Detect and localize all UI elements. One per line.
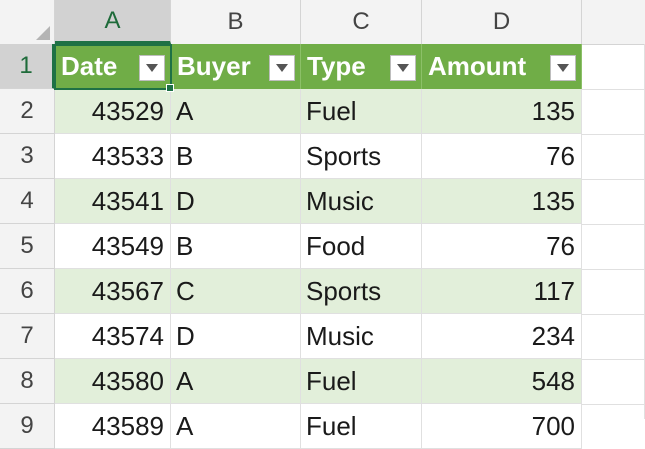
cell-date[interactable]: 43567: [55, 269, 171, 314]
chevron-down-icon: [397, 64, 409, 72]
table-header-amount[interactable]: Amount: [422, 44, 582, 89]
table-header-amount-label: Amount: [428, 51, 527, 81]
row-header-4[interactable]: 4: [0, 179, 55, 224]
cell-amount[interactable]: 76: [422, 134, 582, 179]
filter-dropdown-button[interactable]: [550, 55, 576, 81]
column-header-row: A B C D: [55, 0, 645, 45]
cell-amount[interactable]: 234: [422, 314, 582, 359]
filter-dropdown-button[interactable]: [269, 55, 295, 81]
cell-buyer[interactable]: D: [171, 314, 301, 359]
cell-buyer[interactable]: A: [171, 404, 301, 449]
cell-type[interactable]: Food: [301, 224, 422, 269]
row-header-5[interactable]: 5: [0, 224, 55, 269]
chevron-down-icon: [146, 64, 158, 72]
filter-dropdown-button[interactable]: [390, 55, 416, 81]
select-all-icon: [36, 26, 50, 40]
table-header-date-label: Date: [61, 51, 118, 81]
row-header-2[interactable]: 2: [0, 89, 55, 134]
select-all-corner[interactable]: [0, 0, 55, 44]
table-header-type[interactable]: Type: [301, 44, 422, 89]
column-header-b[interactable]: B: [171, 0, 301, 44]
cell-amount[interactable]: 76: [422, 224, 582, 269]
cell-date[interactable]: 43541: [55, 179, 171, 224]
table-header-buyer[interactable]: Buyer: [171, 44, 301, 89]
column-header-c[interactable]: C: [301, 0, 422, 44]
cell-buyer[interactable]: C: [171, 269, 301, 314]
cell-date[interactable]: 43549: [55, 224, 171, 269]
cell-date[interactable]: 43529: [55, 89, 171, 134]
cell-type[interactable]: Fuel: [301, 359, 422, 404]
cell-date[interactable]: 43589: [55, 404, 171, 449]
cell-type[interactable]: Music: [301, 179, 422, 224]
column-header-a[interactable]: A: [55, 0, 171, 44]
spreadsheet-grid: A B C D 1 2 3 4 5 6 7 8 9 Date Buyer Typ…: [0, 0, 645, 449]
row-header-7[interactable]: 7: [0, 314, 55, 359]
cell-amount[interactable]: 135: [422, 179, 582, 224]
cell-amount[interactable]: 700: [422, 404, 582, 449]
chevron-down-icon: [276, 64, 288, 72]
cell-buyer[interactable]: B: [171, 134, 301, 179]
row-header-9[interactable]: 9: [0, 404, 55, 449]
cell-amount[interactable]: 117: [422, 269, 582, 314]
column-header-d[interactable]: D: [422, 0, 582, 44]
cell-type[interactable]: Fuel: [301, 89, 422, 134]
cell-amount[interactable]: 548: [422, 359, 582, 404]
row-header-6[interactable]: 6: [0, 269, 55, 314]
row-header-3[interactable]: 3: [0, 134, 55, 179]
gridline: [582, 224, 645, 225]
cell-type[interactable]: Fuel: [301, 404, 422, 449]
gridline: [582, 269, 645, 270]
row-header-8[interactable]: 8: [0, 359, 55, 404]
cell-buyer[interactable]: A: [171, 89, 301, 134]
row-header-1[interactable]: 1: [0, 44, 55, 89]
cell-date[interactable]: 43580: [55, 359, 171, 404]
gridline: [582, 359, 645, 360]
cell-date[interactable]: 43533: [55, 134, 171, 179]
cell-buyer[interactable]: B: [171, 224, 301, 269]
cell-buyer[interactable]: A: [171, 359, 301, 404]
cell-amount[interactable]: 135: [422, 89, 582, 134]
cell-type[interactable]: Music: [301, 314, 422, 359]
filter-dropdown-button[interactable]: [139, 55, 165, 81]
gridline: [582, 314, 645, 315]
table-header-buyer-label: Buyer: [177, 51, 251, 81]
cell-type[interactable]: Sports: [301, 134, 422, 179]
gridline: [582, 404, 645, 405]
table-header-type-label: Type: [307, 51, 366, 81]
cell-date[interactable]: 43574: [55, 314, 171, 359]
gridline: [582, 179, 645, 180]
chevron-down-icon: [557, 64, 569, 72]
cell-type[interactable]: Sports: [301, 269, 422, 314]
column-header-e[interactable]: [582, 0, 645, 44]
cell-buyer[interactable]: D: [171, 179, 301, 224]
gridline: [582, 89, 645, 90]
gridline: [582, 134, 645, 135]
table-header-date[interactable]: Date: [55, 44, 171, 89]
